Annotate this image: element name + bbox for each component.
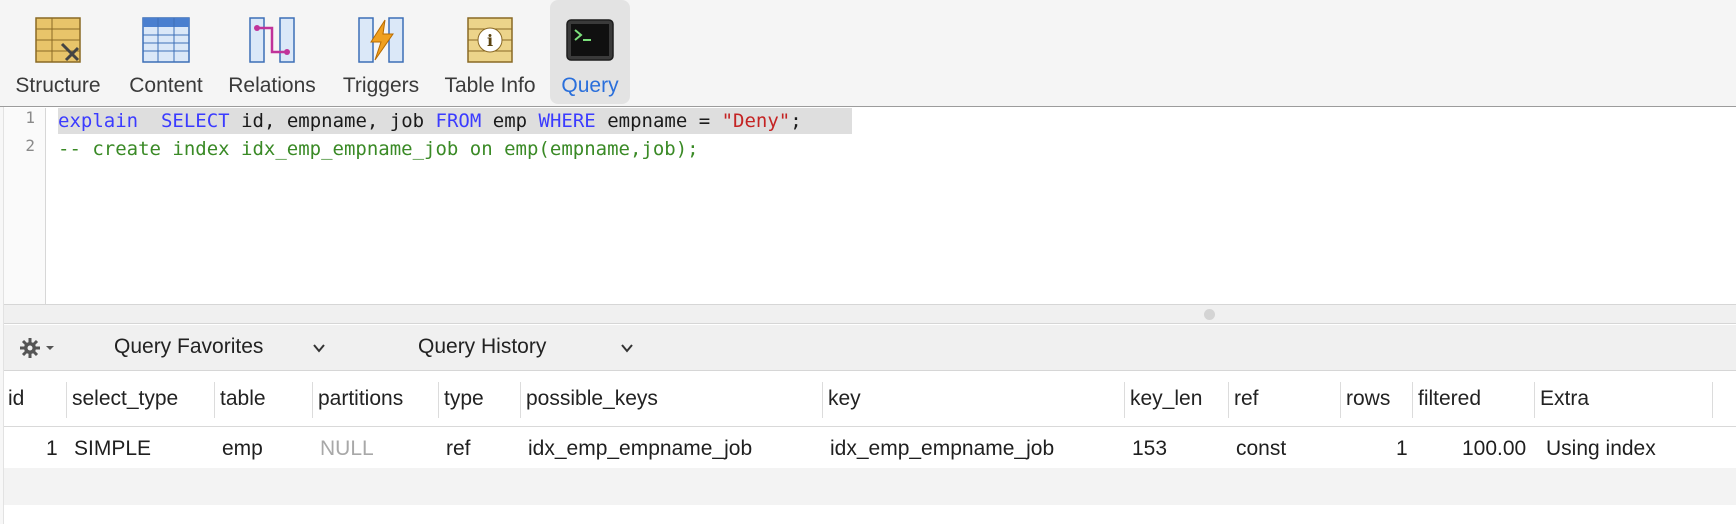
triggers-icon <box>358 17 404 63</box>
query-history-dropdown[interactable]: Query History <box>418 335 546 359</box>
cell-extra[interactable]: Using index <box>1546 437 1656 461</box>
sql-keyword: SELECT <box>160 110 230 132</box>
column-separator[interactable] <box>438 382 439 418</box>
sql-keyword: FROM <box>435 110 482 132</box>
cell-key[interactable]: idx_emp_empname_job <box>830 437 1054 461</box>
column-header-possible-keys[interactable]: possible_keys <box>526 387 658 411</box>
svg-text:i: i <box>487 31 493 50</box>
toolbar: Structure Content Relations Triggers i T… <box>0 0 1736 107</box>
column-header-ref[interactable]: ref <box>1234 387 1259 411</box>
tab-content[interactable]: Content <box>118 0 214 104</box>
column-separator[interactable] <box>66 382 67 418</box>
tab-query[interactable]: Query <box>550 0 630 104</box>
query-bar: Query Favorites Query History <box>0 325 1736 371</box>
left-window-edge <box>0 107 4 524</box>
code-line-2[interactable]: -- create index idx_emp_empname_job on e… <box>58 136 699 162</box>
column-separator[interactable] <box>1712 382 1713 418</box>
column-separator[interactable] <box>1412 382 1413 418</box>
column-header-table[interactable]: table <box>220 387 266 411</box>
column-separator[interactable] <box>214 382 215 418</box>
splitter-handle[interactable] <box>1204 309 1215 320</box>
column-separator[interactable] <box>1534 382 1535 418</box>
line-number: 1 <box>25 108 35 127</box>
table-info-icon: i <box>467 17 513 63</box>
cell-filtered[interactable]: 100.00 <box>1462 437 1526 461</box>
tab-content-label: Content <box>129 74 203 97</box>
line-number-gutter: 1 2 <box>0 108 46 304</box>
column-separator[interactable] <box>822 382 823 418</box>
sql-string: "Deny" <box>721 110 791 132</box>
column-separator[interactable] <box>1340 382 1341 418</box>
tab-relations-label: Relations <box>228 74 316 97</box>
column-header-type[interactable]: type <box>444 387 484 411</box>
column-header-extra[interactable]: Extra <box>1540 387 1589 411</box>
cell-key-len[interactable]: 153 <box>1132 437 1167 461</box>
chevron-down-icon[interactable] <box>312 341 326 355</box>
tab-structure[interactable]: Structure <box>4 0 112 104</box>
line-number: 2 <box>25 136 35 155</box>
cell-partitions[interactable]: NULL <box>320 437 374 461</box>
table-row[interactable]: 1 SIMPLE emp NULL ref idx_emp_empname_jo… <box>0 428 1736 468</box>
code-line-1[interactable]: explain SELECT id, empname, job FROM emp… <box>58 108 802 134</box>
column-header-select-type[interactable]: select_type <box>72 387 178 411</box>
results-table: id select_type table partitions type pos… <box>0 372 1736 524</box>
structure-icon <box>35 17 81 63</box>
cell-type[interactable]: ref <box>446 437 471 461</box>
tab-structure-label: Structure <box>15 74 101 97</box>
sql-keyword: WHERE <box>538 110 596 132</box>
column-header-key[interactable]: key <box>828 387 861 411</box>
column-separator[interactable] <box>520 382 521 418</box>
editor-results-splitter[interactable] <box>0 304 1736 324</box>
column-header-partitions[interactable]: partitions <box>318 387 403 411</box>
column-separator[interactable] <box>1124 382 1125 418</box>
column-separator[interactable] <box>312 382 313 418</box>
cell-id[interactable]: 1 <box>46 437 58 461</box>
cell-rows[interactable]: 1 <box>1396 437 1408 461</box>
sql-keyword: explain <box>58 110 139 132</box>
empty-table-row <box>0 468 1736 505</box>
sql-text: emp <box>492 110 528 132</box>
tab-table-info-label: Table Info <box>444 74 536 97</box>
relations-icon <box>249 17 295 63</box>
column-header-filtered[interactable]: filtered <box>1418 387 1481 411</box>
content-icon <box>142 17 190 63</box>
column-separator[interactable] <box>1228 382 1229 418</box>
tab-triggers[interactable]: Triggers <box>330 0 432 104</box>
column-header-rows[interactable]: rows <box>1346 387 1390 411</box>
tab-triggers-label: Triggers <box>342 74 420 97</box>
column-header-key-len[interactable]: key_len <box>1130 387 1202 411</box>
query-favorites-dropdown[interactable]: Query Favorites <box>114 335 263 359</box>
sql-text: empname = <box>607 110 711 132</box>
gear-menu-icon[interactable] <box>18 335 58 361</box>
tab-table-info[interactable]: i Table Info <box>438 0 542 104</box>
chevron-down-icon[interactable] <box>620 341 634 355</box>
tab-relations[interactable]: Relations <box>220 0 324 104</box>
results-header-row: id select_type table partitions type pos… <box>0 372 1736 427</box>
cell-select-type[interactable]: SIMPLE <box>74 437 151 461</box>
cell-table[interactable]: emp <box>222 437 263 461</box>
cell-possible-keys[interactable]: idx_emp_empname_job <box>528 437 752 461</box>
tab-query-label: Query <box>561 74 619 97</box>
sql-text: ; <box>790 110 802 132</box>
query-terminal-icon <box>566 19 614 61</box>
column-header-id[interactable]: id <box>8 387 24 411</box>
cell-ref[interactable]: const <box>1236 437 1286 461</box>
sql-text: id, empname, job <box>241 110 425 132</box>
sql-editor[interactable]: 1 2 explain SELECT id, empname, job FROM… <box>0 108 1736 304</box>
